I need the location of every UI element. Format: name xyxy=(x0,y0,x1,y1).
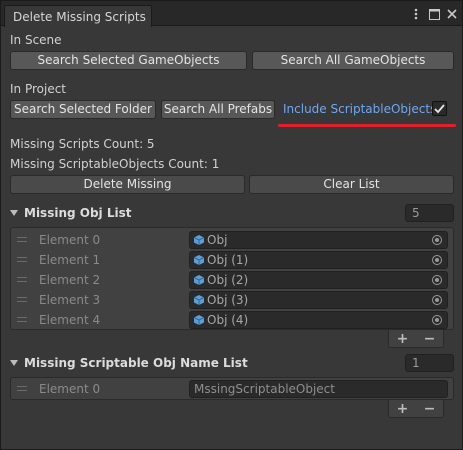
gameobject-cube-icon xyxy=(194,275,204,285)
gameobject-cube-icon xyxy=(194,255,204,265)
element-label: Element 0 xyxy=(39,233,101,247)
element-label: Element 1 xyxy=(39,253,101,267)
add-element-button[interactable]: + xyxy=(397,331,409,347)
object-field[interactable]: Obj (4) xyxy=(189,311,448,329)
search-selected-gameobjects-button[interactable]: Search Selected GameObjects xyxy=(10,51,247,70)
missing-obj-list-footer: + − xyxy=(388,330,444,348)
object-field-value: Obj (3) xyxy=(207,293,249,307)
element-label: Element 4 xyxy=(39,313,101,327)
drag-handle-icon[interactable] xyxy=(17,277,27,282)
object-picker-icon[interactable] xyxy=(432,315,442,325)
object-field[interactable]: Obj (3) xyxy=(189,291,448,309)
element-label: Element 0 xyxy=(39,382,101,396)
object-field-value: Obj (1) xyxy=(207,253,249,267)
object-field-value: Obj (4) xyxy=(207,313,249,327)
search-selected-folder-button[interactable]: Search Selected Folder xyxy=(10,100,156,119)
checkmark-icon xyxy=(434,103,445,113)
window-tab[interactable]: Delete Missing Scripts xyxy=(4,5,152,27)
text-field-value: MssingScriptableObject xyxy=(194,382,335,396)
drag-handle-icon[interactable] xyxy=(17,317,27,322)
drag-handle-icon[interactable] xyxy=(17,257,27,262)
element-label: Element 3 xyxy=(39,293,101,307)
missing-so-list: Element 0 MssingScriptableObject xyxy=(10,377,454,400)
editor-window: Delete Missing Scripts In Scene Search S… xyxy=(0,0,463,450)
object-field[interactable]: Obj xyxy=(189,231,448,249)
object-picker-icon[interactable] xyxy=(432,275,442,285)
missing-scriptableobjects-count: Missing ScriptableObjects Count: 1 xyxy=(10,157,220,171)
list-item: Element 4 Obj (4) xyxy=(11,310,453,330)
missing-scripts-count: Missing Scripts Count: 5 xyxy=(10,137,155,151)
missing-so-list-footer: + − xyxy=(388,400,444,418)
clear-list-button[interactable]: Clear List xyxy=(249,175,454,194)
list-item: Element 3 Obj (3) xyxy=(11,290,453,310)
include-scriptableobjects-label[interactable]: Include ScriptableObjects xyxy=(283,102,436,116)
text-field[interactable]: MssingScriptableObject xyxy=(189,380,448,398)
highlight-underline xyxy=(278,124,456,127)
add-element-button[interactable]: + xyxy=(397,401,409,417)
list-item: Element 0 Obj xyxy=(11,230,453,250)
remove-element-button[interactable]: − xyxy=(424,331,436,347)
object-picker-icon[interactable] xyxy=(432,235,442,245)
window-controls xyxy=(410,6,458,22)
object-field-value: Obj xyxy=(207,233,228,247)
close-icon[interactable] xyxy=(446,7,458,21)
list-item: Element 1 Obj (1) xyxy=(11,250,453,270)
drag-handle-icon[interactable] xyxy=(17,386,27,391)
foldout-arrow-icon xyxy=(10,210,18,216)
include-scriptableobjects-checkbox[interactable] xyxy=(432,101,447,116)
gameobject-cube-icon xyxy=(194,235,204,245)
remove-element-button[interactable]: − xyxy=(424,401,436,417)
missing-obj-list-size-field[interactable]: 5 xyxy=(405,204,454,222)
foldout-arrow-icon xyxy=(10,360,18,366)
missing-so-list-foldout[interactable]: Missing Scriptable Obj Name List xyxy=(10,356,248,370)
gameobject-cube-icon xyxy=(194,315,204,325)
object-field[interactable]: Obj (1) xyxy=(189,251,448,269)
object-field[interactable]: Obj (2) xyxy=(189,271,448,289)
element-label: Element 2 xyxy=(39,273,101,287)
missing-obj-list-foldout[interactable]: Missing Obj List xyxy=(10,206,131,220)
missing-so-list-title: Missing Scriptable Obj Name List xyxy=(24,356,248,370)
list-item: Element 0 MssingScriptableObject xyxy=(11,379,453,399)
gameobject-cube-icon xyxy=(194,295,204,305)
list-item: Element 2 Obj (2) xyxy=(11,270,453,290)
missing-so-list-size-field[interactable]: 1 xyxy=(405,354,454,372)
missing-obj-list-title: Missing Obj List xyxy=(24,206,132,220)
maximize-icon[interactable] xyxy=(428,7,440,21)
drag-handle-icon[interactable] xyxy=(17,237,27,242)
object-field-value: Obj (2) xyxy=(207,273,249,287)
search-all-gameobjects-button[interactable]: Search All GameObjects xyxy=(252,51,454,70)
in-scene-heading: In Scene xyxy=(10,33,62,47)
delete-missing-button[interactable]: Delete Missing xyxy=(10,175,245,194)
missing-obj-list: Element 0 Obj Element 1 Obj (1) Element … xyxy=(10,227,454,330)
search-all-prefabs-button[interactable]: Search All Prefabs xyxy=(161,100,275,119)
title-bar: Delete Missing Scripts xyxy=(1,1,462,27)
in-project-heading: In Project xyxy=(10,82,67,96)
drag-handle-icon[interactable] xyxy=(17,297,27,302)
more-options-icon[interactable] xyxy=(410,7,422,21)
object-picker-icon[interactable] xyxy=(432,295,442,305)
object-picker-icon[interactable] xyxy=(432,255,442,265)
